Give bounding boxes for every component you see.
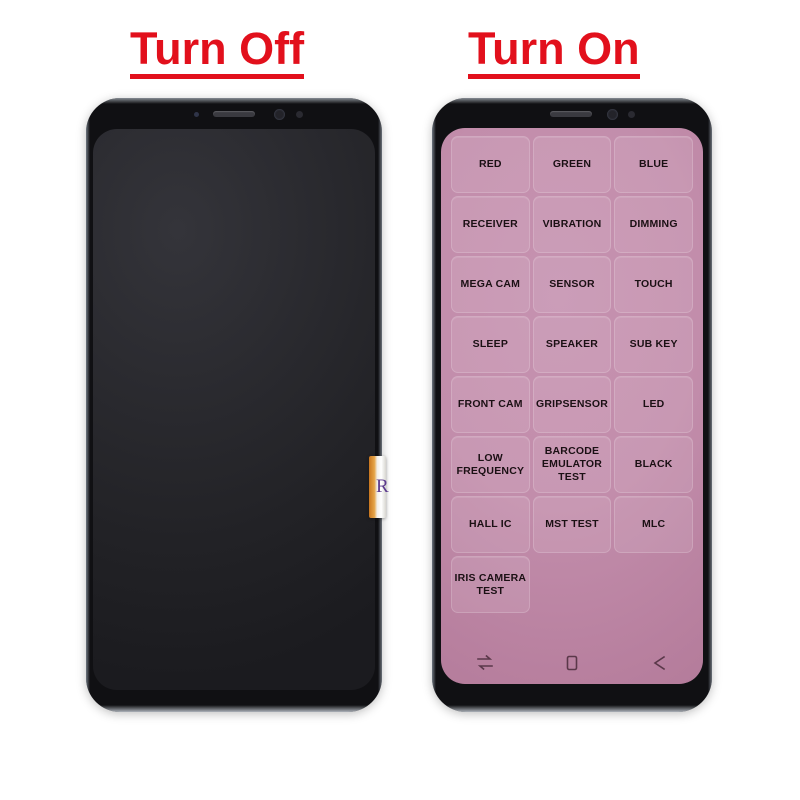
test-black[interactable]: BLACK bbox=[614, 436, 693, 493]
title-turn-off: Turn Off bbox=[130, 26, 305, 79]
test-iris-camera[interactable]: IRIS CAMERA TEST bbox=[451, 556, 530, 613]
recents-button[interactable] bbox=[465, 650, 505, 676]
top-bezel-on bbox=[432, 98, 712, 129]
display-flex-cable-connector: R bbox=[369, 456, 389, 518]
earpiece-speaker-icon bbox=[550, 111, 592, 117]
test-sub-key[interactable]: SUB KEY bbox=[614, 316, 693, 373]
phone-device-on: RED GREEN BLUE RECEIVER VIBRATION DIMMING MEGA… bbox=[432, 98, 712, 712]
test-sensor[interactable]: SENSOR bbox=[532, 256, 612, 313]
proximity-sensor-icon bbox=[296, 111, 303, 118]
test-mega-cam[interactable]: MEGA CAM bbox=[451, 256, 530, 313]
front-camera-icon bbox=[274, 109, 285, 120]
test-front-cam[interactable]: FRONT CAM bbox=[451, 376, 530, 433]
navigation-bar bbox=[441, 648, 703, 678]
phone-screen-on[interactable]: RED GREEN BLUE RECEIVER VIBRATION DIMMING MEGA… bbox=[441, 128, 703, 684]
phone-device-off bbox=[86, 98, 382, 712]
test-receiver[interactable]: RECEIVER bbox=[451, 196, 530, 253]
title-turn-on-text: Turn On bbox=[468, 26, 640, 79]
test-red[interactable]: RED bbox=[451, 136, 530, 193]
flex-cable-marking: R bbox=[376, 476, 389, 497]
home-button[interactable] bbox=[552, 650, 592, 676]
test-mst[interactable]: MST TEST bbox=[532, 496, 612, 553]
test-mlc[interactable]: MLC bbox=[614, 496, 693, 553]
title-turn-off-text: Turn Off bbox=[130, 26, 305, 79]
recents-icon bbox=[475, 655, 495, 671]
service-test-menu-grid: RED GREEN BLUE RECEIVER VIBRATION DIMMING MEGA… bbox=[451, 136, 693, 613]
test-blue[interactable]: BLUE bbox=[614, 136, 693, 193]
test-touch[interactable]: TOUCH bbox=[614, 256, 693, 313]
test-hall-ic[interactable]: HALL IC bbox=[451, 496, 530, 553]
test-vibration[interactable]: VIBRATION bbox=[532, 196, 612, 253]
back-icon bbox=[649, 655, 669, 671]
proximity-sensor-icon bbox=[628, 111, 635, 118]
phone-screen-off[interactable] bbox=[93, 129, 375, 690]
back-button[interactable] bbox=[639, 650, 679, 676]
test-low-frequency[interactable]: LOW FREQUENCY bbox=[451, 436, 530, 493]
home-icon bbox=[564, 654, 580, 672]
test-sleep[interactable]: SLEEP bbox=[451, 316, 530, 373]
test-dimming[interactable]: DIMMING bbox=[614, 196, 693, 253]
test-gripsensor[interactable]: GRIPSENSOR bbox=[532, 376, 612, 433]
top-bezel-off bbox=[86, 98, 382, 129]
earpiece-speaker-icon bbox=[213, 111, 255, 117]
title-turn-on: Turn On bbox=[468, 26, 640, 79]
test-barcode-emulator[interactable]: BARCODE EMULATOR TEST bbox=[532, 436, 612, 493]
front-camera-icon bbox=[607, 109, 618, 120]
test-speaker[interactable]: SPEAKER bbox=[532, 316, 612, 373]
iris-scanner-icon bbox=[194, 112, 199, 117]
test-led[interactable]: LED bbox=[614, 376, 693, 433]
test-green[interactable]: GREEN bbox=[532, 136, 612, 193]
